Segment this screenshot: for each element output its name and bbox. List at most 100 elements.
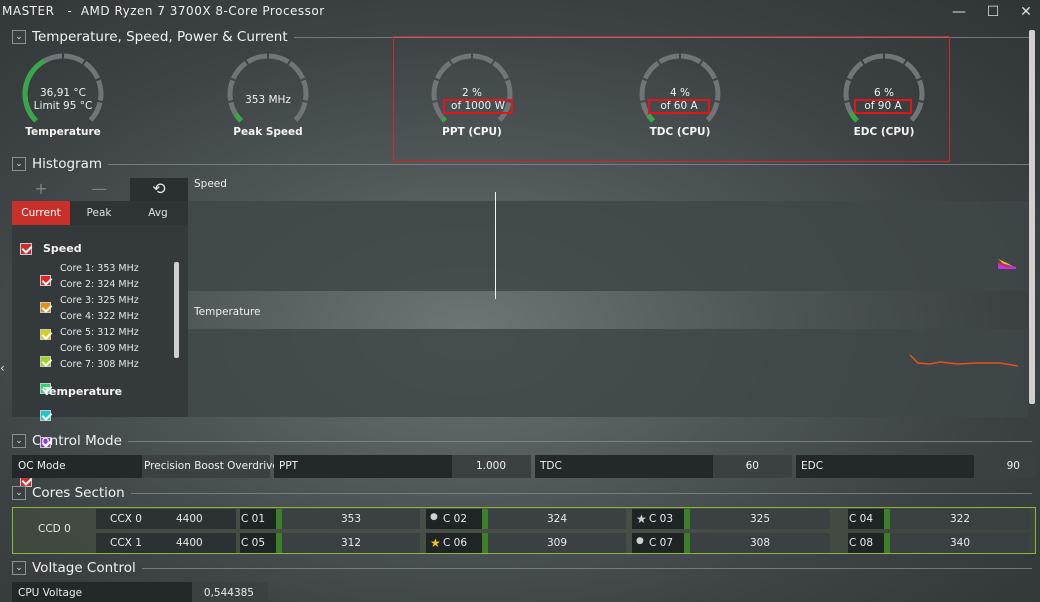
- core-series-checkbox[interactable]: [40, 302, 51, 313]
- series-scrollbar[interactable]: [174, 262, 179, 358]
- core-value[interactable]: 309: [488, 537, 626, 549]
- tab-current[interactable]: Current: [12, 201, 70, 225]
- gauge-value: 36,91 °C: [40, 87, 86, 99]
- ppt-label: PPT: [279, 460, 299, 472]
- section-title: Voltage Control: [32, 560, 136, 576]
- remove-series-button[interactable]: —: [70, 178, 128, 202]
- core-name: C 06: [443, 537, 468, 549]
- gauge-track-segment: [643, 60, 660, 80]
- chevron-down-icon[interactable]: ⌄: [12, 561, 26, 575]
- chevron-down-icon[interactable]: ⌄: [12, 157, 26, 171]
- gauge-sub: Limit 95 °C: [33, 100, 93, 112]
- title-bar: MASTER - AMD Ryzen 7 3700X 8-Core Proces…: [0, 0, 1040, 24]
- ccx-frequency: 4400: [176, 537, 203, 549]
- gauge-label: PPT (CPU): [442, 126, 502, 138]
- ccd-label: CCD 0: [38, 523, 71, 535]
- gauge-track-segment: [231, 60, 248, 80]
- star-icon: ★: [636, 512, 647, 526]
- section-title: Temperature, Speed, Power & Current: [32, 29, 288, 45]
- core-value[interactable]: 312: [282, 537, 420, 549]
- speed-group-checkbox[interactable]: [20, 243, 32, 255]
- core-value[interactable]: 340: [890, 537, 1030, 549]
- oc-mode-value[interactable]: Precision Boost Overdrive: [144, 460, 279, 472]
- temperature-chart: [188, 329, 1028, 417]
- gauge-track-segment: [847, 60, 864, 80]
- gauge-track-segment: [884, 53, 906, 65]
- section-header-voltage[interactable]: ⌄ Voltage Control: [12, 559, 1032, 577]
- collapse-left-icon[interactable]: ‹: [0, 361, 5, 375]
- tdc-label: TDC: [540, 460, 562, 472]
- core-series-checkbox[interactable]: [40, 329, 51, 340]
- temperature-group-label: Temperature: [43, 385, 123, 398]
- cpu-voltage-label: CPU Voltage: [18, 587, 83, 599]
- close-button[interactable]: ✕: [1013, 2, 1039, 22]
- gauge-value: 353 MHz: [245, 94, 291, 106]
- temperature-chart-plot: [909, 354, 1019, 367]
- divider: [141, 567, 1032, 569]
- speed-group-label: Speed: [43, 242, 82, 255]
- gauge-ppt: 2 % of 1000 W PPT (CPU): [417, 52, 527, 152]
- gauge-label: TDC (CPU): [649, 126, 711, 138]
- core-series-label: Core 3: 325 MHz: [60, 295, 139, 306]
- dot-icon: ●: [636, 536, 644, 546]
- tdc-value[interactable]: 60: [713, 460, 759, 472]
- section-title: Control Mode: [32, 433, 122, 449]
- gauge-track-segment: [63, 53, 85, 65]
- histogram-toolbar: + — ⟲: [12, 178, 188, 202]
- ppt-value[interactable]: 1.000: [452, 460, 506, 472]
- add-series-button[interactable]: +: [12, 178, 70, 202]
- speed-chart-plot: [997, 259, 1016, 269]
- gauge-sub: of 90 A: [854, 99, 912, 114]
- core-name: C 03: [649, 513, 674, 525]
- gauge-track-segment: [862, 53, 884, 65]
- core-name: C 04: [849, 513, 874, 525]
- tab-avg[interactable]: Avg: [128, 201, 188, 225]
- divider: [108, 163, 1032, 165]
- chevron-down-icon[interactable]: ⌄: [12, 486, 26, 500]
- core-value[interactable]: 324: [488, 513, 626, 525]
- tab-peak[interactable]: Peak: [70, 201, 128, 225]
- reset-icon[interactable]: ⟲: [130, 178, 188, 202]
- ccx-frequency: 4400: [176, 513, 203, 525]
- edc-label: EDC: [801, 460, 824, 472]
- maximize-button[interactable]: ☐: [980, 2, 1006, 22]
- core-name: C 02: [443, 513, 468, 525]
- main-scrollbar[interactable]: [1029, 30, 1035, 404]
- core-value[interactable]: 308: [690, 537, 830, 549]
- gauge-track-segment: [435, 60, 452, 80]
- section-header-histogram[interactable]: ⌄ Histogram: [12, 155, 1032, 173]
- ccx-label: CCX 0: [110, 513, 142, 525]
- gauge-track-segment: [492, 60, 509, 80]
- core-name: C 05: [241, 537, 266, 549]
- core-series-checkbox[interactable]: [40, 410, 51, 421]
- core-series-label: Core 6: 309 MHz: [60, 343, 139, 354]
- gauge-track-segment: [450, 53, 472, 65]
- core-value[interactable]: 353: [282, 513, 420, 525]
- cpu-voltage-value[interactable]: 0,544385: [192, 587, 254, 599]
- section-header-cores[interactable]: ⌄ Cores Section: [12, 484, 1032, 502]
- chevron-down-icon[interactable]: ⌄: [12, 30, 26, 44]
- chevron-down-icon[interactable]: ⌄: [12, 434, 26, 448]
- core-series-label: Core 4: 322 MHz: [60, 311, 139, 322]
- minimize-button[interactable]: —: [946, 2, 972, 22]
- core-value[interactable]: 322: [890, 513, 1030, 525]
- core-series-checkbox[interactable]: [40, 275, 51, 286]
- core-series-label: Core 1: 353 MHz: [60, 263, 139, 274]
- section-title: Cores Section: [32, 485, 125, 501]
- gauge-label: Temperature: [25, 126, 101, 138]
- core-series-checkbox[interactable]: [40, 356, 51, 367]
- core-value[interactable]: 325: [690, 513, 830, 525]
- ppt-label-cell: [274, 455, 452, 478]
- section-title: Histogram: [32, 156, 103, 172]
- core-series-label: Core 5: 312 MHz: [60, 327, 139, 338]
- gauge-track-segment: [246, 53, 268, 65]
- gauge-sub: of 60 A: [648, 99, 710, 114]
- gauge-sub: of 1000 W: [443, 99, 513, 114]
- gauge-edc: 6 % of 90 A EDC (CPU): [829, 52, 939, 152]
- dot-icon: ●: [430, 512, 438, 522]
- gauge-arc: [227, 53, 309, 123]
- gauge-fill: [440, 116, 447, 123]
- gauge-temperature: 36,91 °C Limit 95 °C Temperature: [8, 52, 118, 152]
- edc-value[interactable]: 90: [974, 460, 1020, 472]
- section-header-control-mode[interactable]: ⌄ Control Mode: [12, 432, 1032, 450]
